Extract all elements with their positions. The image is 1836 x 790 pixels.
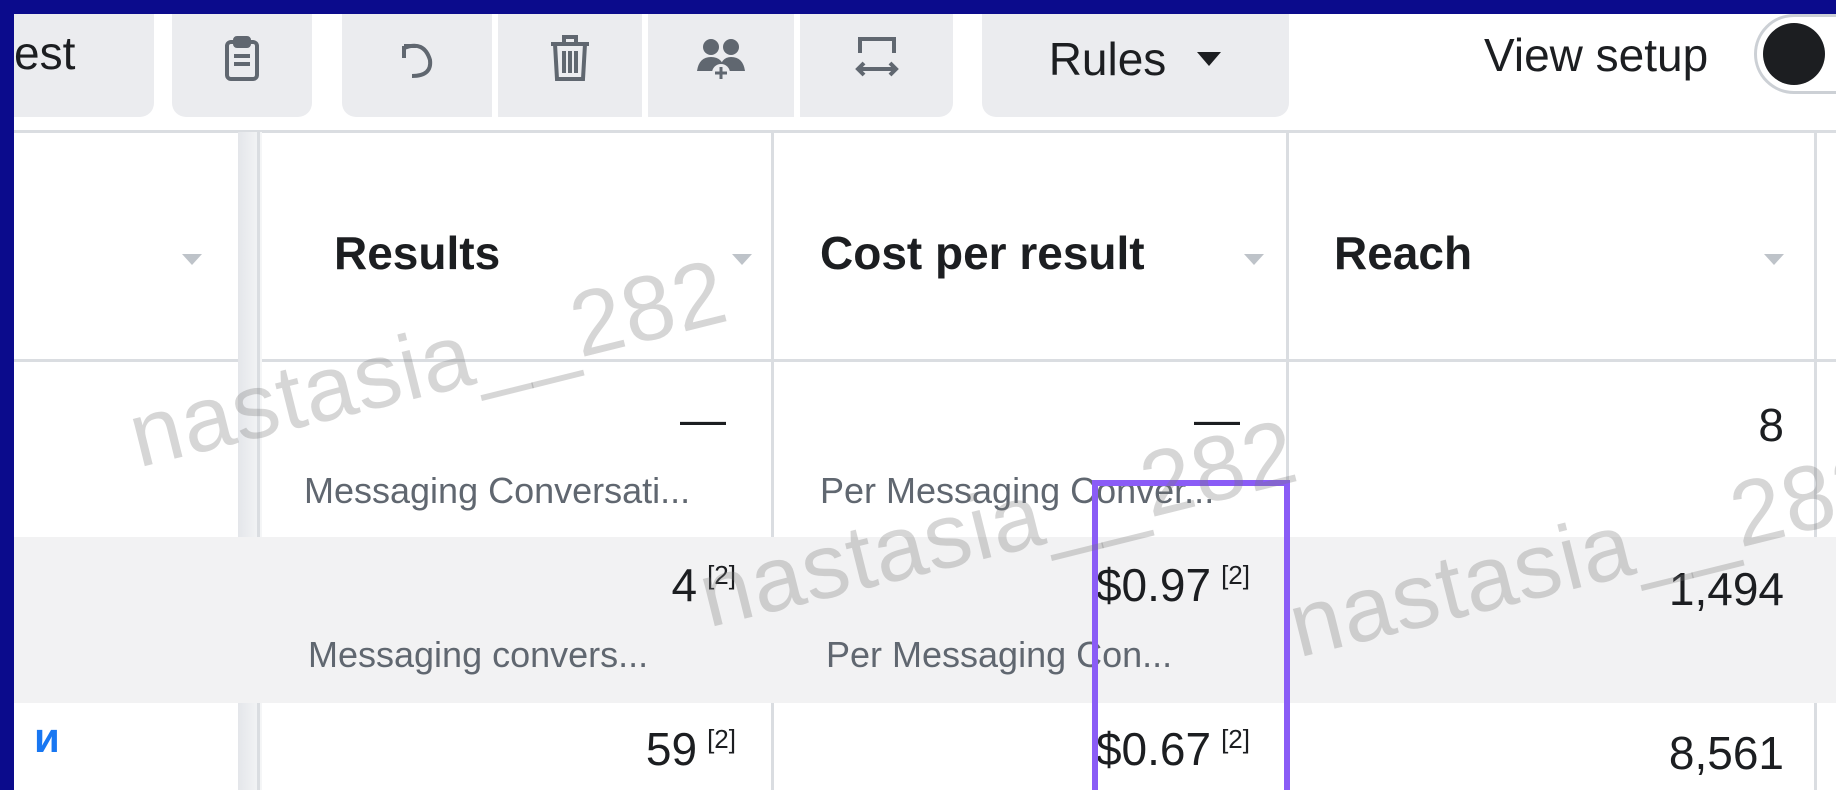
- annotation-highlight-box: [1092, 480, 1290, 790]
- table-row-highlight: [14, 537, 1836, 703]
- view-setup-label: View setup: [1484, 29, 1709, 81]
- results-subtitle: Messaging convers...: [308, 634, 649, 675]
- move-button[interactable]: [800, 14, 953, 117]
- delete-button[interactable]: [498, 14, 642, 117]
- view-setup-toggle[interactable]: [1754, 14, 1836, 94]
- reach-sort-icon[interactable]: [1764, 254, 1784, 265]
- rules-label: Rules: [1048, 32, 1167, 85]
- results-value: 4 [2]: [671, 559, 736, 611]
- reach-value: 1,494: [1668, 563, 1784, 615]
- row-name-link[interactable]: и: [34, 714, 60, 762]
- trash-icon: [551, 34, 589, 81]
- reach-value: 8: [1758, 399, 1784, 451]
- audience-button[interactable]: [648, 14, 794, 117]
- results-value: —: [680, 393, 726, 445]
- clipboard-icon: [225, 35, 259, 81]
- undo-icon: [402, 43, 433, 78]
- toggle-knob: [1763, 23, 1825, 85]
- column-header-reach[interactable]: Reach: [1334, 226, 1472, 280]
- test-button[interactable]: est: [14, 14, 154, 117]
- results-value: 59 [2]: [645, 723, 736, 775]
- results-sort-icon[interactable]: [732, 254, 752, 265]
- people-add-icon: [697, 38, 745, 82]
- clipboard-button[interactable]: [172, 14, 312, 117]
- column-header-cost-per-result[interactable]: Cost per result: [820, 226, 1145, 280]
- rules-dropdown[interactable]: Rules: [982, 14, 1289, 117]
- toolbar: est Rules View setup: [14, 14, 1836, 130]
- test-button-label: est: [14, 27, 76, 79]
- undo-button[interactable]: [342, 14, 492, 117]
- column-header-results[interactable]: Results: [334, 226, 500, 280]
- header-divider: [14, 359, 1836, 362]
- cost-sort-icon[interactable]: [1244, 254, 1264, 265]
- cost-value: —: [1194, 393, 1240, 445]
- toolbar-divider: [14, 130, 1836, 133]
- caret-down-icon: [1197, 51, 1222, 66]
- move-arrows-icon: [854, 36, 899, 76]
- results-subtitle: Messaging Conversati...: [304, 470, 691, 511]
- name-column-sort-icon[interactable]: [182, 254, 202, 265]
- screenshot-frame: est Rules View setup Results Cost per re…: [14, 14, 1836, 790]
- reach-value: 8,561: [1668, 727, 1784, 779]
